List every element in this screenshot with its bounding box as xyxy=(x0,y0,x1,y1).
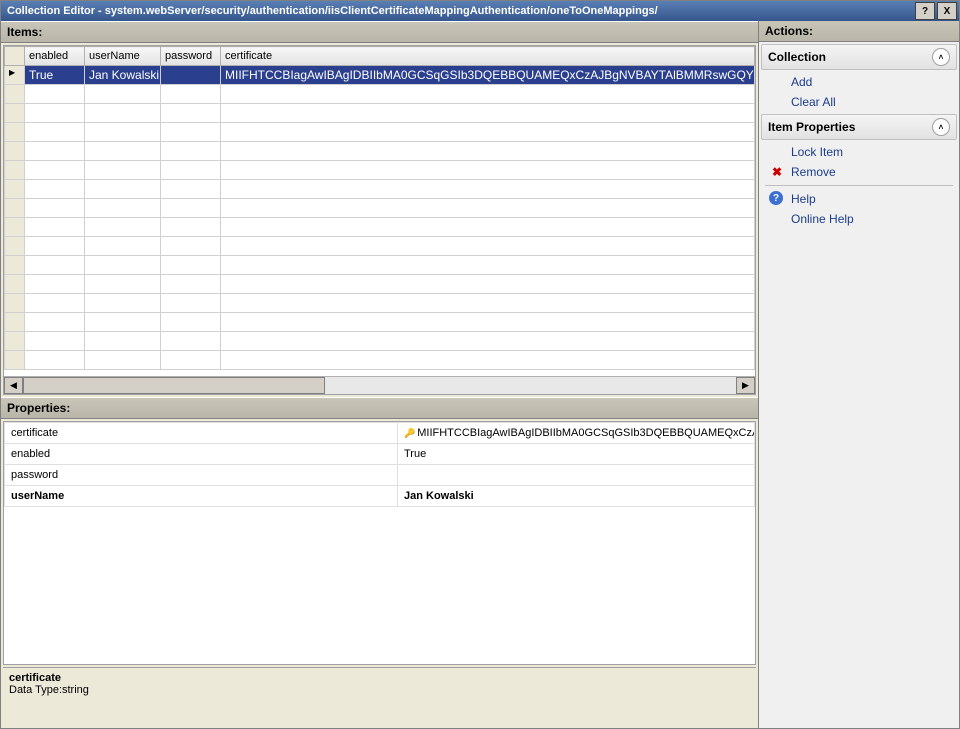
prop-value[interactable]: MIIFHTCCBIagAwIBAgIDBIIbMA0GCSqGSIb3DQEB… xyxy=(417,427,754,439)
table-row-empty[interactable] xyxy=(5,294,755,313)
table-row-empty[interactable] xyxy=(5,142,755,161)
help-icon: ? xyxy=(769,191,783,205)
window-root: Collection Editor - system.webServer/sec… xyxy=(0,0,960,729)
col-certificate[interactable]: certificate xyxy=(221,47,755,66)
table-row-empty[interactable] xyxy=(5,85,755,104)
col-username[interactable]: userName xyxy=(85,47,161,66)
group-collection-label: Collection xyxy=(768,50,826,64)
table-row-empty[interactable] xyxy=(5,104,755,123)
properties-table: certificate 🔑MIIFHTCCBIagAwIBAgIDBIIbMA0… xyxy=(4,422,755,507)
property-description: certificate Data Type:string xyxy=(3,667,756,726)
remove-icon: ✖ xyxy=(769,164,785,180)
horizontal-scrollbar[interactable]: ◀ ▶ xyxy=(4,376,755,394)
main-column: Items: enabled userName password certifi… xyxy=(1,21,759,728)
scroll-track[interactable] xyxy=(23,377,736,394)
cell-password[interactable] xyxy=(161,66,221,85)
prop-row-enabled[interactable]: enabled True xyxy=(5,444,755,465)
table-row-empty[interactable] xyxy=(5,218,755,237)
action-lock-item[interactable]: Lock Item xyxy=(763,142,955,162)
table-row-empty[interactable] xyxy=(5,256,755,275)
action-help-label: Help xyxy=(791,192,816,206)
table-row-empty[interactable] xyxy=(5,199,755,218)
properties-header: Properties: xyxy=(1,397,758,419)
prop-label: certificate xyxy=(11,427,58,439)
items-header: Items: xyxy=(1,21,758,43)
titlebar-buttons: ? X xyxy=(915,2,959,20)
prop-row-password[interactable]: password xyxy=(5,465,755,486)
action-help[interactable]: ? Help xyxy=(763,189,955,209)
items-table: enabled userName password certificate Tr… xyxy=(4,46,755,370)
prop-value[interactable] xyxy=(398,465,755,486)
prop-label: enabled xyxy=(5,444,398,465)
scroll-right-arrow[interactable]: ▶ xyxy=(736,377,755,394)
action-clear-all[interactable]: Clear All xyxy=(763,92,955,112)
titlebar: Collection Editor - system.webServer/sec… xyxy=(1,1,959,21)
table-row-empty[interactable] xyxy=(5,313,755,332)
col-password[interactable]: password xyxy=(161,47,221,66)
cell-certificate[interactable]: MIIFHTCCBIagAwIBAgIDBIIbMA0GCSqGSIb3DQEB… xyxy=(221,66,755,85)
description-title: certificate xyxy=(9,672,750,684)
window-title: Collection Editor - system.webServer/sec… xyxy=(7,5,915,17)
table-header-row: enabled userName password certificate xyxy=(5,47,755,66)
separator xyxy=(765,185,953,186)
action-remove-label: Remove xyxy=(791,165,836,179)
chevron-up-icon[interactable]: ˄ xyxy=(932,48,950,66)
group-collection[interactable]: Collection ˄ xyxy=(761,44,957,70)
table-row[interactable]: True Jan Kowalski MIIFHTCCBIagAwIBAgIDBI… xyxy=(5,66,755,85)
table-row-empty[interactable] xyxy=(5,332,755,351)
body: Items: enabled userName password certifi… xyxy=(1,21,959,728)
col-enabled[interactable]: enabled xyxy=(25,47,85,66)
action-lock-item-label: Lock Item xyxy=(791,145,843,159)
prop-label: password xyxy=(5,465,398,486)
action-clear-all-label: Clear All xyxy=(791,95,836,109)
action-add[interactable]: Add xyxy=(763,72,955,92)
cell-enabled[interactable]: True xyxy=(25,66,85,85)
key-icon: 🔑 xyxy=(404,428,415,438)
action-add-label: Add xyxy=(791,75,812,89)
items-panel: enabled userName password certificate Tr… xyxy=(3,45,756,395)
scroll-thumb[interactable] xyxy=(23,377,325,394)
prop-value[interactable]: Jan Kowalski xyxy=(398,486,755,507)
prop-row-username[interactable]: userName Jan Kowalski xyxy=(5,486,755,507)
table-row-empty[interactable] xyxy=(5,180,755,199)
chevron-up-icon[interactable]: ˄ xyxy=(932,118,950,136)
action-online-help-label: Online Help xyxy=(791,212,854,226)
prop-label: userName xyxy=(5,486,398,507)
table-row-empty[interactable] xyxy=(5,161,755,180)
scroll-left-arrow[interactable]: ◀ xyxy=(4,377,23,394)
action-online-help[interactable]: Online Help xyxy=(763,209,955,229)
actions-pane: Actions: Collection ˄ Add Clear All Item… xyxy=(759,21,959,728)
row-indicator xyxy=(5,66,25,85)
col-rowheader[interactable] xyxy=(5,47,25,66)
properties-panel: certificate 🔑MIIFHTCCBIagAwIBAgIDBIIbMA0… xyxy=(3,421,756,665)
close-button[interactable]: X xyxy=(937,2,957,20)
items-table-wrap[interactable]: enabled userName password certificate Tr… xyxy=(4,46,755,376)
action-remove[interactable]: ✖ Remove xyxy=(763,162,955,182)
property-grid[interactable]: certificate 🔑MIIFHTCCBIagAwIBAgIDBIIbMA0… xyxy=(4,422,755,664)
table-row-empty[interactable] xyxy=(5,275,755,294)
table-row-empty[interactable] xyxy=(5,123,755,142)
prop-row-certificate[interactable]: certificate 🔑MIIFHTCCBIagAwIBAgIDBIIbMA0… xyxy=(5,423,755,444)
cell-username[interactable]: Jan Kowalski xyxy=(85,66,161,85)
group-item-properties-label: Item Properties xyxy=(768,120,855,134)
prop-value[interactable]: True xyxy=(398,444,755,465)
group-item-properties[interactable]: Item Properties ˄ xyxy=(761,114,957,140)
table-row-empty[interactable] xyxy=(5,351,755,370)
description-text: Data Type:string xyxy=(9,684,750,696)
table-row-empty[interactable] xyxy=(5,237,755,256)
help-button[interactable]: ? xyxy=(915,2,935,20)
actions-header: Actions: xyxy=(759,21,959,42)
